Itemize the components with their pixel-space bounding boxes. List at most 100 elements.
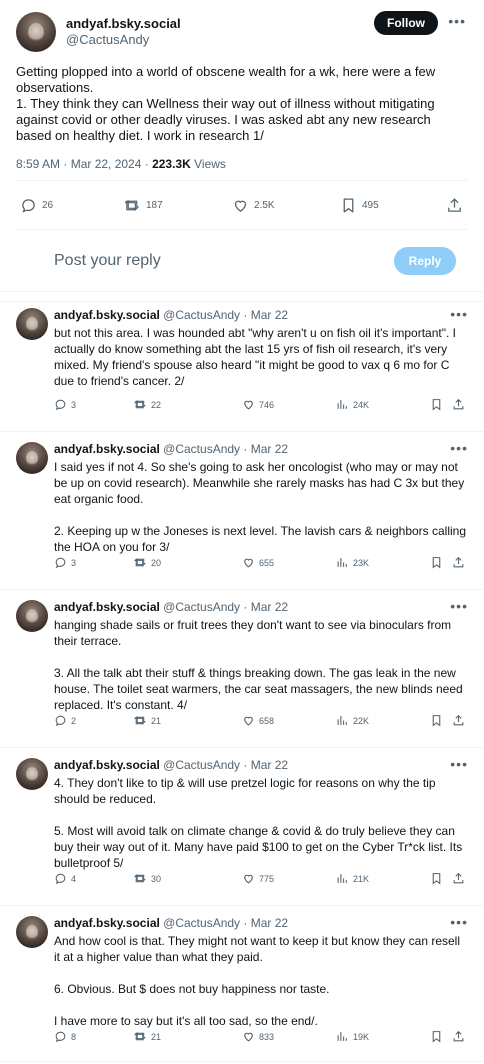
thread-tweet[interactable]: andyaf.bsky.social @CactusAndy · Mar 22 … [0, 432, 484, 590]
like-action[interactable]: 833 [242, 1030, 274, 1043]
bookmark-action[interactable] [430, 398, 447, 411]
bookmark-action[interactable]: 495 [340, 197, 379, 214]
avatar[interactable] [16, 758, 48, 790]
thread-tweet[interactable]: andyaf.bsky.social @CactusAndy · Mar 22 … [0, 590, 484, 748]
bookmark-icon [430, 398, 447, 411]
tweet-actions: 2 21 658 22K [54, 714, 468, 732]
reply-icon [54, 556, 71, 569]
repost-action[interactable]: 21 [134, 1030, 161, 1043]
share-action[interactable] [452, 556, 469, 569]
bookmark-icon [430, 556, 447, 569]
reply-input[interactable]: Post your reply [54, 252, 161, 270]
repost-action[interactable]: 30 [134, 872, 161, 885]
more-options-icon[interactable]: ••• [450, 306, 468, 322]
views-action[interactable]: 21K [336, 872, 369, 885]
thread-tweet[interactable]: andyaf.bsky.social @CactusAndy · Mar 22 … [0, 748, 484, 906]
avatar[interactable] [16, 308, 48, 340]
share-action[interactable] [452, 714, 469, 727]
handle[interactable]: @CactusAndy [66, 32, 181, 48]
repost-action[interactable]: 22 [134, 398, 161, 411]
tweet-text: but not this area. I was hounded abt "wh… [54, 326, 460, 388]
bookmark-action[interactable] [430, 1030, 447, 1043]
display-name[interactable]: andyaf.bsky.social [54, 442, 160, 456]
like-count: 655 [259, 557, 275, 568]
tweet-text: hanging shade sails or fruit trees they … [54, 618, 463, 712]
share-action[interactable] [452, 398, 469, 411]
reply-icon [54, 872, 71, 885]
views-icon [336, 556, 353, 569]
heart-icon [232, 197, 254, 214]
handle-date[interactable]: @CactusAndy · Mar 22 [160, 600, 288, 614]
repost-count: 21 [151, 715, 162, 726]
reply-action[interactable]: 3 [54, 556, 76, 569]
share-icon [452, 1030, 469, 1043]
bookmark-action[interactable] [430, 714, 447, 727]
like-action[interactable]: 746 [242, 398, 274, 411]
views-count: 23K [353, 557, 370, 568]
views-action[interactable]: 22K [336, 714, 369, 727]
display-name[interactable]: andyaf.bsky.social [54, 308, 160, 322]
avatar[interactable] [16, 442, 48, 474]
handle-date[interactable]: @CactusAndy · Mar 22 [160, 758, 288, 772]
display-name[interactable]: andyaf.bsky.social [54, 600, 160, 614]
repost-action[interactable]: 20 [134, 556, 161, 569]
reply-action[interactable]: 8 [54, 1030, 76, 1043]
avatar[interactable] [16, 12, 56, 52]
tweet-text: 4. They don't like to tip & will use pre… [54, 776, 463, 870]
like-action[interactable]: 658 [242, 714, 274, 727]
repost-action[interactable]: 21 [134, 714, 161, 727]
reply-button[interactable]: Reply [394, 247, 456, 275]
avatar[interactable] [16, 916, 48, 948]
reply-action[interactable]: 2 [54, 714, 76, 727]
views-count: 24K [353, 399, 370, 410]
like-action[interactable]: 655 [242, 556, 274, 569]
handle-date[interactable]: @CactusAndy · Mar 22 [160, 442, 288, 456]
more-options-icon[interactable]: ••• [450, 440, 468, 456]
tweet-actions: 4 30 775 21K [54, 872, 468, 890]
reply-action[interactable]: 26 [20, 197, 53, 214]
timestamp-text[interactable]: 8:59 AM · Mar 22, 2024 · [16, 157, 152, 171]
more-options-icon[interactable]: ••• [450, 756, 468, 772]
thread-tweet[interactable]: andyaf.bsky.social @CactusAndy · Mar 22 … [0, 298, 484, 432]
share-action[interactable] [446, 197, 468, 214]
views-label: Views [190, 157, 226, 171]
repost-count: 30 [151, 873, 162, 884]
views-action[interactable]: 19K [336, 1030, 369, 1043]
views-count: 19K [353, 1031, 370, 1042]
views-action[interactable]: 24K [336, 398, 369, 411]
tweet-actions: 8 21 833 19K [54, 1030, 468, 1048]
display-name[interactable]: andyaf.bsky.social [54, 916, 160, 930]
display-name[interactable]: andyaf.bsky.social [54, 758, 160, 772]
handle-date[interactable]: @CactusAndy · Mar 22 [160, 308, 288, 322]
like-action[interactable]: 775 [242, 872, 274, 885]
avatar[interactable] [16, 600, 48, 632]
share-action[interactable] [452, 872, 469, 885]
repost-icon [124, 197, 146, 214]
bookmark-icon [430, 714, 447, 727]
like-action[interactable]: 2.5K [232, 197, 275, 214]
bookmark-count: 495 [362, 199, 379, 211]
heart-icon [242, 872, 259, 885]
thread-tweet[interactable]: andyaf.bsky.social @CactusAndy · Mar 22 … [0, 906, 484, 1062]
like-count: 775 [259, 873, 275, 884]
more-options-icon[interactable]: ••• [450, 914, 468, 930]
more-options-icon[interactable]: ••• [448, 13, 466, 29]
like-count: 2.5K [254, 199, 275, 211]
bookmark-action[interactable] [430, 556, 447, 569]
heart-icon [242, 714, 259, 727]
share-action[interactable] [452, 1030, 469, 1043]
heart-icon [242, 556, 259, 569]
bookmark-icon [340, 197, 362, 214]
reply-action[interactable]: 3 [54, 398, 76, 411]
main-tweet-actions: 26 187 2.5K 495 [16, 180, 468, 230]
repost-action[interactable]: 187 [124, 197, 163, 214]
tweet-text: And how cool is that. They might not wan… [54, 934, 461, 1028]
follow-button[interactable]: Follow [374, 11, 438, 35]
handle-date[interactable]: @CactusAndy · Mar 22 [160, 916, 288, 930]
bookmark-action[interactable] [430, 872, 447, 885]
display-name[interactable]: andyaf.bsky.social [66, 16, 181, 32]
reply-action[interactable]: 4 [54, 872, 76, 885]
more-options-icon[interactable]: ••• [450, 598, 468, 614]
tweet-timestamp: 8:59 AM · Mar 22, 2024 · 223.3K Views [16, 156, 468, 172]
views-action[interactable]: 23K [336, 556, 369, 569]
